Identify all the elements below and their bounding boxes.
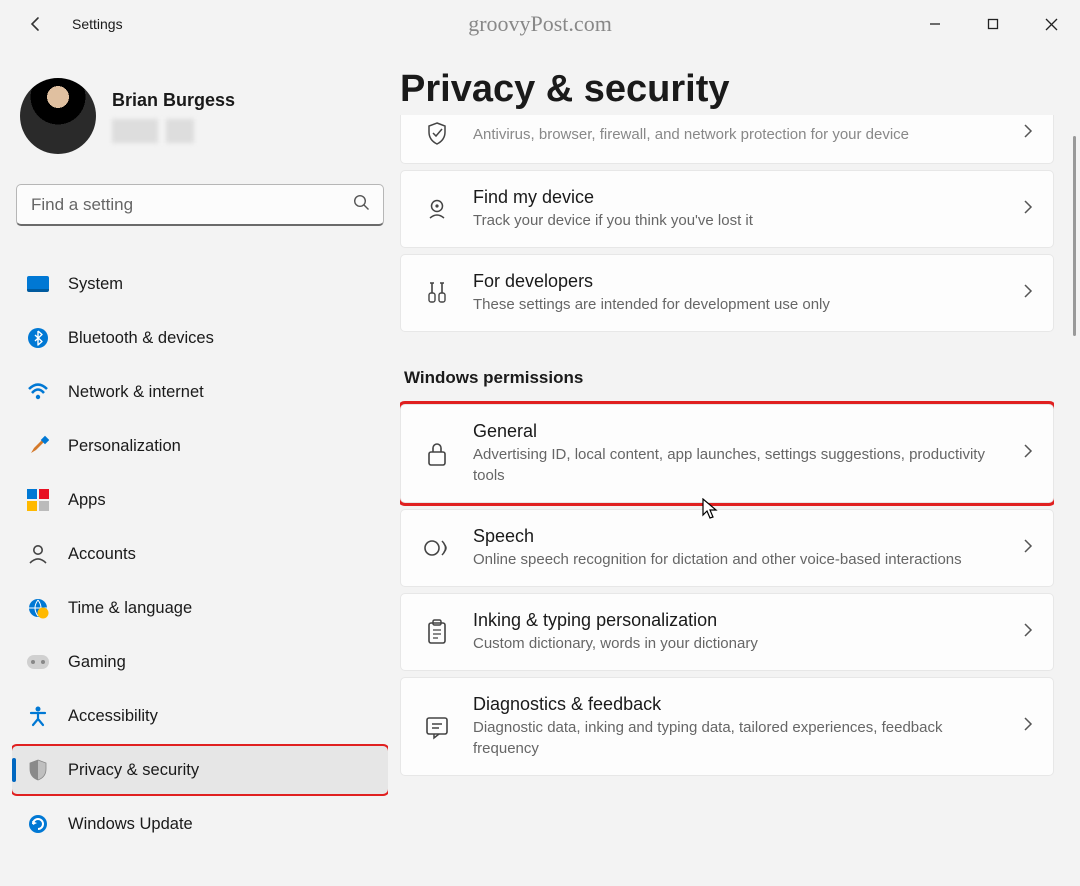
minimize-button[interactable] — [906, 0, 964, 48]
shield-icon — [26, 758, 50, 782]
paintbrush-icon — [26, 434, 50, 458]
card-title: For developers — [473, 271, 1001, 292]
card-title: General — [473, 421, 1001, 442]
sidebar-item-accounts[interactable]: Accounts — [12, 530, 388, 578]
sidebar-item-label: Bluetooth & devices — [68, 329, 214, 348]
clipboard-icon — [423, 618, 451, 646]
search-input[interactable] — [16, 184, 384, 226]
sidebar-item-update[interactable]: Windows Update — [12, 800, 388, 848]
sidebar-item-label: Apps — [68, 491, 106, 510]
card-windows-security[interactable]: Antivirus, browser, firewall, and networ… — [400, 115, 1054, 164]
sidebar-item-apps[interactable]: Apps — [12, 476, 388, 524]
sidebar-item-network[interactable]: Network & internet — [12, 368, 388, 416]
section-windows-permissions: Windows permissions — [404, 368, 1054, 388]
card-title: Inking & typing personalization — [473, 610, 1001, 631]
tools-icon — [423, 279, 451, 307]
shield-check-icon — [423, 119, 451, 147]
sidebar: Brian Burgess System Bluetooth & devi — [0, 48, 400, 886]
nav: System Bluetooth & devices Network & int… — [12, 260, 388, 854]
content-area: Privacy & security Antivirus, browser, f… — [400, 48, 1080, 886]
back-button[interactable] — [16, 16, 56, 32]
card-sub: Track your device if you think you've lo… — [473, 210, 993, 231]
avatar — [20, 78, 96, 154]
location-pin-icon — [423, 195, 451, 223]
search-icon — [353, 194, 370, 216]
card-find-my-device[interactable]: Find my device Track your device if you … — [400, 170, 1054, 248]
card-title: Find my device — [473, 187, 1001, 208]
person-icon — [26, 542, 50, 566]
globe-clock-icon — [26, 596, 50, 620]
chevron-right-icon — [1023, 123, 1033, 144]
scrollbar[interactable] — [1073, 136, 1076, 336]
watermark: groovyPost.com — [468, 11, 612, 37]
chevron-right-icon — [1023, 538, 1033, 559]
system-icon — [26, 272, 50, 296]
gamepad-icon — [26, 650, 50, 674]
card-sub: Diagnostic data, inking and typing data,… — [473, 717, 993, 759]
sidebar-item-label: Accessibility — [68, 707, 158, 726]
bluetooth-icon — [26, 326, 50, 350]
sidebar-item-label: Windows Update — [68, 815, 193, 834]
card-speech[interactable]: Speech Online speech recognition for dic… — [400, 509, 1054, 587]
card-sub: Advertising ID, local content, app launc… — [473, 444, 993, 486]
card-sub: Antivirus, browser, firewall, and networ… — [473, 124, 993, 145]
chevron-right-icon — [1023, 716, 1033, 737]
chevron-right-icon — [1023, 199, 1033, 220]
wifi-icon — [26, 380, 50, 404]
card-title: Speech — [473, 526, 1001, 547]
card-general[interactable]: General Advertising ID, local content, a… — [400, 404, 1054, 503]
speech-icon — [423, 534, 451, 562]
card-sub: Custom dictionary, words in your diction… — [473, 633, 993, 654]
sidebar-item-bluetooth[interactable]: Bluetooth & devices — [12, 314, 388, 362]
sidebar-item-system[interactable]: System — [12, 260, 388, 308]
maximize-button[interactable] — [964, 0, 1022, 48]
apps-icon — [26, 488, 50, 512]
sidebar-item-label: Network & internet — [68, 383, 204, 402]
sidebar-item-label: Accounts — [68, 545, 136, 564]
sidebar-item-label: Personalization — [68, 437, 181, 456]
sidebar-item-accessibility[interactable]: Accessibility — [12, 692, 388, 740]
card-diagnostics[interactable]: Diagnostics & feedback Diagnostic data, … — [400, 677, 1054, 776]
update-icon — [26, 812, 50, 836]
chevron-right-icon — [1023, 622, 1033, 643]
feedback-icon — [423, 713, 451, 741]
app-title: Settings — [72, 16, 123, 32]
sidebar-item-privacy[interactable]: Privacy & security — [12, 746, 388, 794]
sidebar-item-label: Privacy & security — [68, 761, 199, 780]
sidebar-item-label: Gaming — [68, 653, 126, 672]
card-for-developers[interactable]: For developers These settings are intend… — [400, 254, 1054, 332]
card-sub: Online speech recognition for dictation … — [473, 549, 993, 570]
sidebar-item-label: System — [68, 275, 123, 294]
chevron-right-icon — [1023, 443, 1033, 464]
card-title: Diagnostics & feedback — [473, 694, 1001, 715]
sidebar-item-gaming[interactable]: Gaming — [12, 638, 388, 686]
lock-icon — [423, 440, 451, 468]
profile-name: Brian Burgess — [112, 90, 235, 111]
close-button[interactable] — [1022, 0, 1080, 48]
card-sub: These settings are intended for developm… — [473, 294, 993, 315]
accessibility-icon — [26, 704, 50, 728]
titlebar: Settings groovyPost.com — [0, 0, 1080, 48]
card-inking-typing[interactable]: Inking & typing personalization Custom d… — [400, 593, 1054, 671]
chevron-right-icon — [1023, 283, 1033, 304]
profile-block[interactable]: Brian Burgess — [12, 60, 388, 164]
sidebar-item-personalization[interactable]: Personalization — [12, 422, 388, 470]
page-title: Privacy & security — [400, 68, 1054, 111]
profile-sub — [112, 119, 235, 143]
sidebar-item-time[interactable]: Time & language — [12, 584, 388, 632]
sidebar-item-label: Time & language — [68, 599, 192, 618]
